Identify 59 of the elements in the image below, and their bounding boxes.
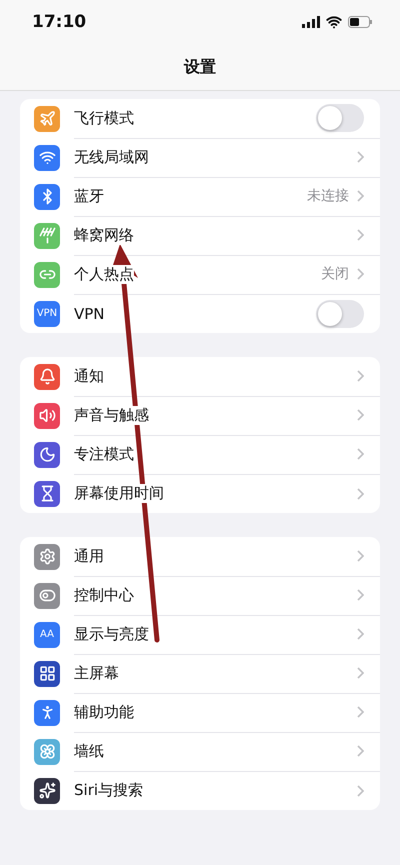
chevron-icon [357, 550, 364, 562]
row-label: 个人热点 [74, 264, 134, 284]
vpn-icon: VPN [34, 300, 60, 326]
settings-row[interactable]: 墙纸 [20, 732, 380, 771]
settings-row[interactable]: 无线局域网 [20, 138, 380, 177]
row-label: 通知 [74, 366, 104, 386]
wifi-icon [326, 14, 342, 30]
row-label: 飞行模式 [74, 108, 134, 128]
settings-row[interactable]: 主屏幕 [20, 654, 380, 693]
chevron-icon [357, 268, 364, 280]
settings-row[interactable]: VPN VPN [20, 294, 380, 333]
status-time: 17:10 [32, 12, 86, 32]
settings-row[interactable]: 蜂窝网络 [20, 216, 380, 255]
row-value: 未连接 [307, 187, 349, 205]
chevron-icon [357, 448, 364, 460]
row-label: 声音与触感 [74, 406, 149, 424]
settings-row[interactable]: 专注模式 [20, 435, 380, 474]
row-label: 无线局域网 [74, 148, 149, 166]
toggle-switch[interactable] [316, 300, 364, 328]
settings-row[interactable]: Siri与搜索 [20, 771, 380, 810]
settings-row[interactable]: 声音与触感 [20, 396, 380, 435]
row-label: 蓝牙 [74, 186, 104, 206]
text-size-icon: AA [34, 622, 60, 648]
settings-row[interactable]: 屏幕使用时间 [20, 474, 380, 513]
row-label: 主屏幕 [74, 664, 119, 682]
chevron-icon [357, 667, 364, 679]
row-label: Siri与搜索 [74, 781, 144, 800]
chevron-icon [357, 784, 364, 796]
row-label: 辅助功能 [74, 702, 134, 722]
row-label: 专注模式 [74, 444, 134, 464]
chevron-icon [357, 488, 364, 500]
toggle-switch[interactable] [316, 104, 364, 132]
chevron-icon [357, 190, 364, 202]
row-label: 墙纸 [74, 742, 104, 760]
row-value: 关闭 [321, 265, 349, 283]
chevron-icon [357, 409, 364, 421]
chevron-icon [357, 589, 364, 601]
settings-row[interactable]: 通知 [20, 357, 380, 396]
chevron-icon [357, 706, 364, 718]
settings-row[interactable]: 个人热点 关闭 [20, 255, 380, 294]
chevron-icon [357, 745, 364, 757]
chevron-icon [357, 151, 364, 163]
settings-row[interactable]: 辅助功能 [20, 693, 380, 732]
chevron-icon [357, 370, 364, 382]
row-label: 控制中心 [74, 586, 134, 604]
settings-row[interactable]: AA 显示与亮度 [20, 615, 380, 654]
page-title: 设置 [184, 56, 216, 78]
row-label: 蜂窝网络 [74, 226, 134, 244]
settings-row[interactable]: 蓝牙 未连接 [20, 177, 380, 216]
row-label: 屏幕使用时间 [74, 484, 164, 503]
settings-row[interactable]: 控制中心 [20, 576, 380, 615]
signal-icon [302, 16, 320, 28]
chevron-icon [357, 229, 364, 241]
battery-icon [348, 16, 372, 28]
settings-row[interactable]: 通用 [20, 537, 380, 576]
row-label: 显示与亮度 [74, 624, 149, 644]
settings-row[interactable]: 飞行模式 [20, 99, 380, 138]
row-label: 通用 [74, 546, 104, 566]
chevron-icon [357, 628, 364, 640]
